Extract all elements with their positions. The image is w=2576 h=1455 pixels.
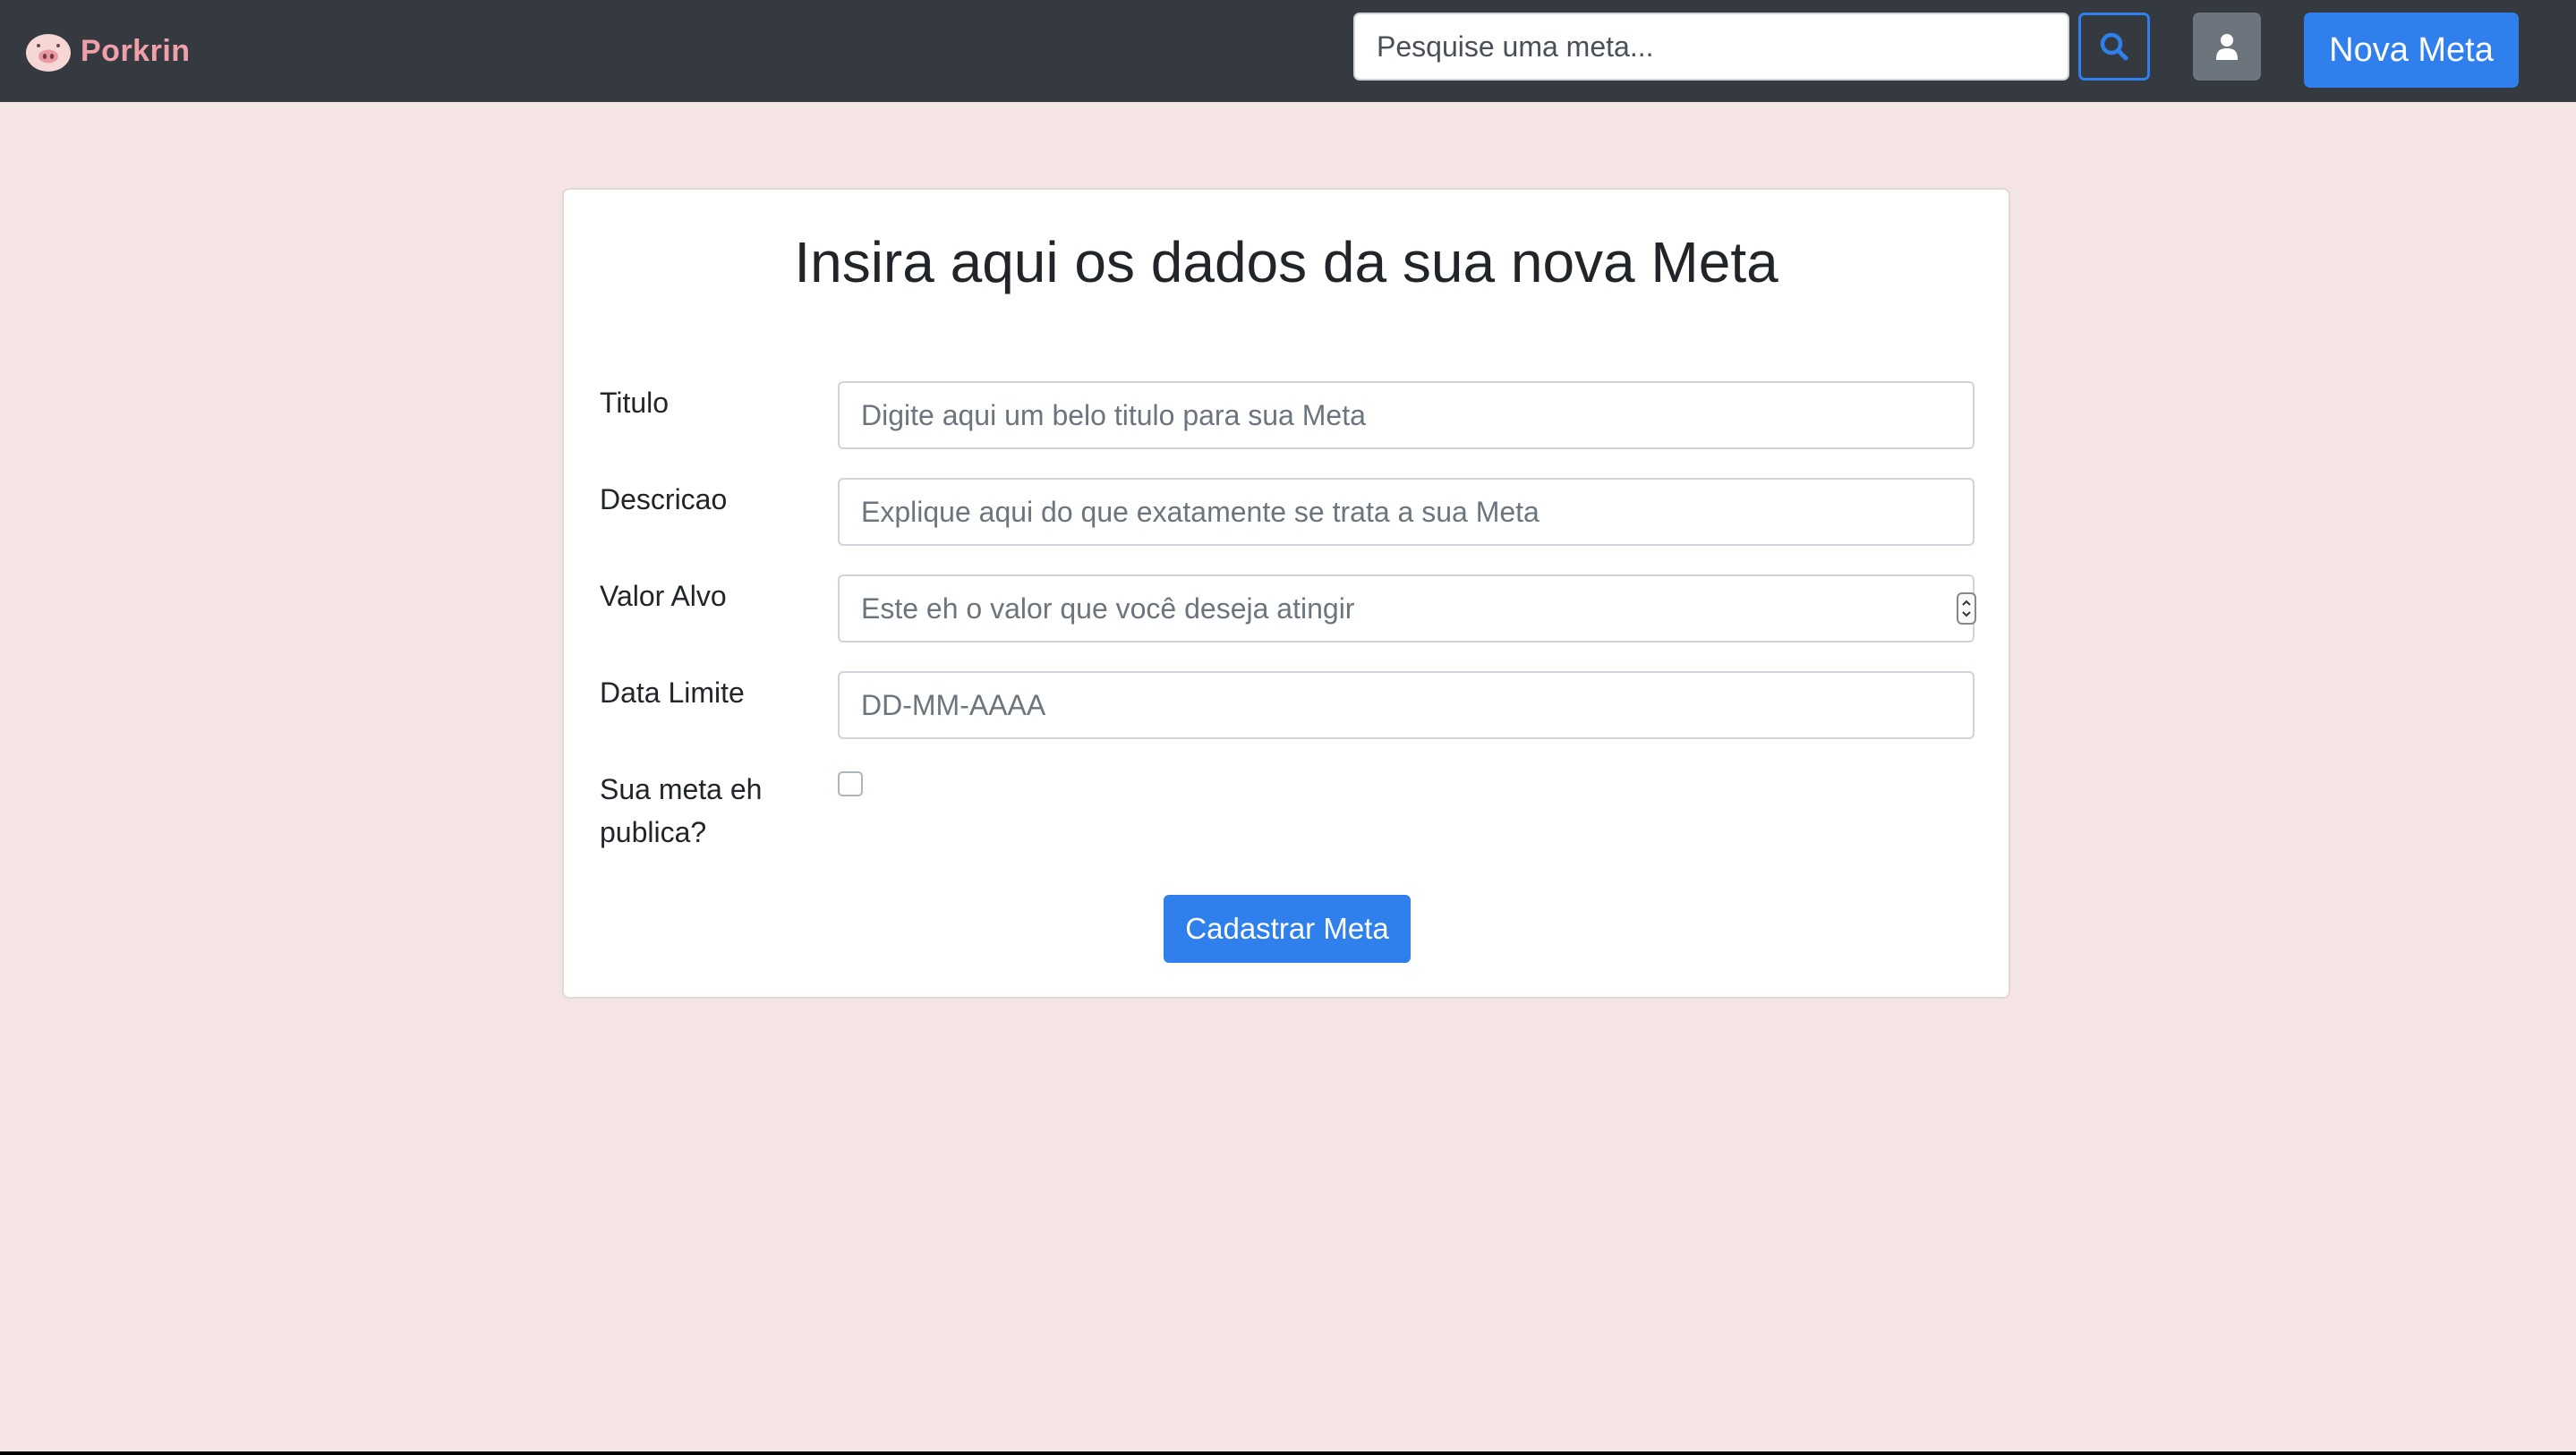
spinner-arrows-icon (1962, 600, 1971, 617)
brand-name: Porkrin (81, 33, 191, 68)
page-title: Insira aqui os dados da sua nova Meta (794, 230, 1778, 294)
publica-label: Sua meta eh publica? (600, 768, 806, 854)
search-input[interactable] (1353, 13, 2069, 81)
top-navbar: Porkrin Nova Meta (0, 0, 2576, 102)
data-limite-input[interactable] (838, 671, 1975, 739)
user-icon (2216, 34, 2238, 60)
search-button[interactable] (2078, 13, 2150, 81)
bottom-edge (0, 1451, 2576, 1455)
titulo-input[interactable] (838, 381, 1975, 449)
new-goal-card: Insira aqui os dados da sua nova Meta Ti… (562, 188, 2010, 999)
descricao-input[interactable] (838, 478, 1975, 546)
titulo-label: Titulo (600, 387, 670, 419)
new-goal-button[interactable]: Nova Meta (2304, 13, 2519, 88)
data-limite-label: Data Limite (600, 676, 745, 709)
publica-label-line2: publica? (600, 816, 707, 848)
valor-alvo-label: Valor Alvo (600, 580, 727, 612)
brand-link[interactable]: Porkrin (25, 27, 191, 75)
submit-goal-button[interactable]: Cadastrar Meta (1164, 895, 1411, 963)
search-icon (2100, 32, 2128, 61)
number-spinner[interactable] (1957, 592, 1976, 625)
public-checkbox[interactable] (838, 771, 863, 796)
pig-face-icon (26, 34, 71, 72)
user-profile-button[interactable] (2193, 13, 2261, 81)
publica-label-line1: Sua meta eh (600, 773, 763, 805)
valor-alvo-input[interactable] (838, 574, 1975, 642)
descricao-label: Descricao (600, 483, 728, 515)
